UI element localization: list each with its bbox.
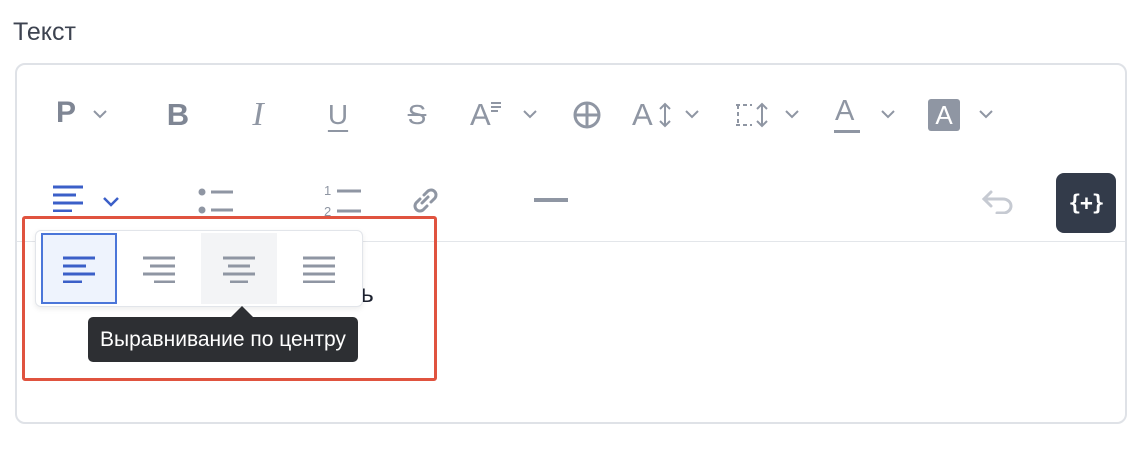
undo-button[interactable]	[978, 184, 1018, 218]
link-button[interactable]	[405, 180, 445, 220]
bold-icon: B	[166, 97, 190, 132]
paragraph-format-dropdown[interactable]: P	[52, 93, 114, 137]
chevron-down-icon	[93, 110, 107, 119]
insert-variable-icon: {+}	[1068, 191, 1105, 215]
align-left-icon	[53, 185, 83, 212]
font-color-dropdown[interactable]: A	[830, 93, 902, 137]
field-label: Текст	[13, 18, 76, 46]
numbered-list-icon: 12	[324, 183, 361, 218]
text-height-icon: A	[632, 97, 653, 132]
bullet-list-button[interactable]	[193, 180, 237, 220]
emoji-button[interactable]	[569, 95, 605, 135]
line-spacing-icon	[736, 102, 768, 128]
text-height-dropdown[interactable]: A	[630, 93, 706, 137]
emoji-icon	[573, 101, 601, 129]
background-color-dropdown[interactable]: A	[926, 93, 998, 137]
link-icon	[413, 188, 438, 213]
chevron-down-icon	[103, 197, 119, 207]
font-size-icon: A	[470, 97, 491, 132]
paragraph-icon: P	[56, 96, 77, 129]
numbered-list-button[interactable]: 12	[320, 180, 364, 220]
horizontal-rule-button[interactable]	[530, 186, 572, 214]
svg-text:1: 1	[324, 183, 331, 198]
chevron-down-icon	[881, 110, 895, 119]
horizontal-rule-icon	[534, 198, 568, 202]
background-color-icon: A	[928, 99, 960, 131]
background-color-letter: A	[935, 99, 953, 130]
strikethrough-button[interactable]: S	[397, 93, 437, 137]
bullet-list-icon	[198, 188, 233, 214]
vertical-arrows-icon	[659, 102, 671, 128]
font-size-lines-icon	[491, 102, 501, 112]
italic-icon: I	[252, 96, 264, 133]
italic-button[interactable]: I	[238, 93, 278, 137]
chevron-down-icon	[785, 110, 799, 119]
font-size-dropdown[interactable]: A	[466, 93, 546, 137]
underline-button[interactable]: U	[318, 93, 358, 137]
underline-icon: U	[327, 99, 349, 130]
bold-button[interactable]: B	[158, 93, 198, 137]
annotation-highlight-box	[22, 216, 437, 381]
insert-variable-button[interactable]: {+}	[1056, 173, 1116, 233]
chevron-down-icon	[979, 110, 993, 119]
font-color-icon: A	[835, 95, 855, 127]
line-spacing-dropdown[interactable]	[732, 93, 804, 137]
undo-icon	[981, 190, 1013, 214]
font-color-underline	[834, 130, 860, 133]
chevron-down-icon	[685, 110, 699, 119]
strikethrough-icon: S	[407, 99, 427, 130]
chevron-down-icon	[523, 110, 537, 119]
